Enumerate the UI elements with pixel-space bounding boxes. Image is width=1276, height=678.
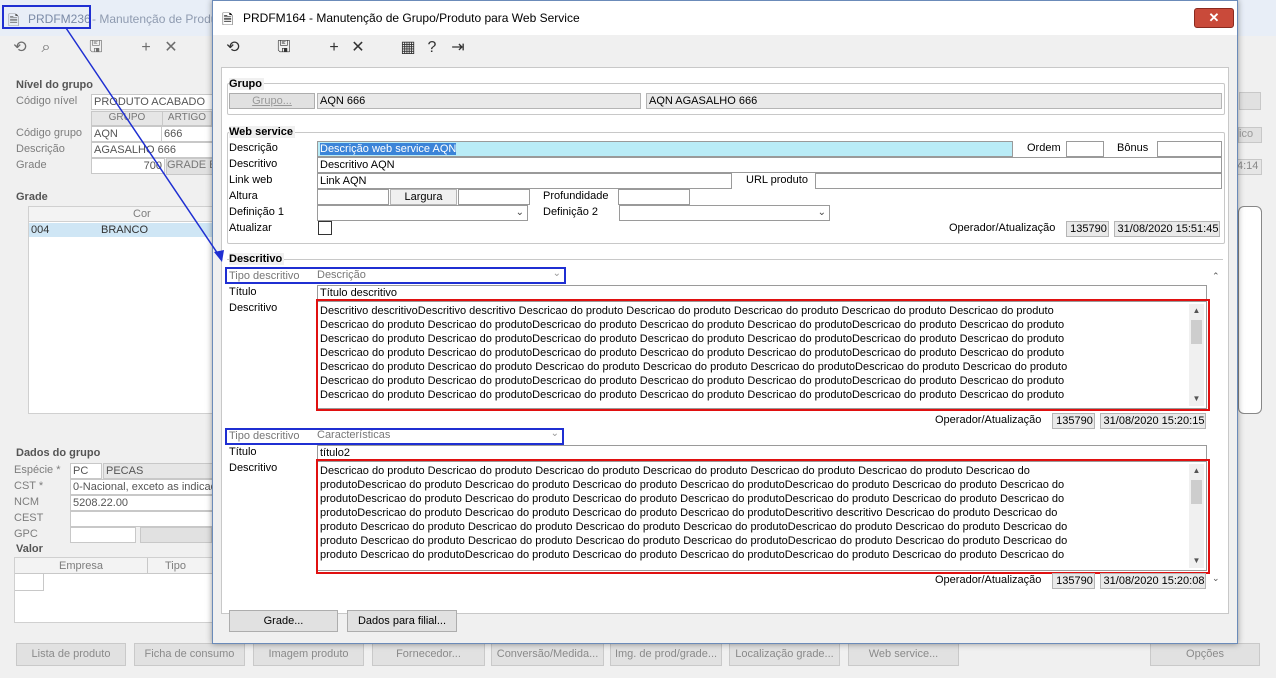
annotation-arrow xyxy=(65,27,224,262)
